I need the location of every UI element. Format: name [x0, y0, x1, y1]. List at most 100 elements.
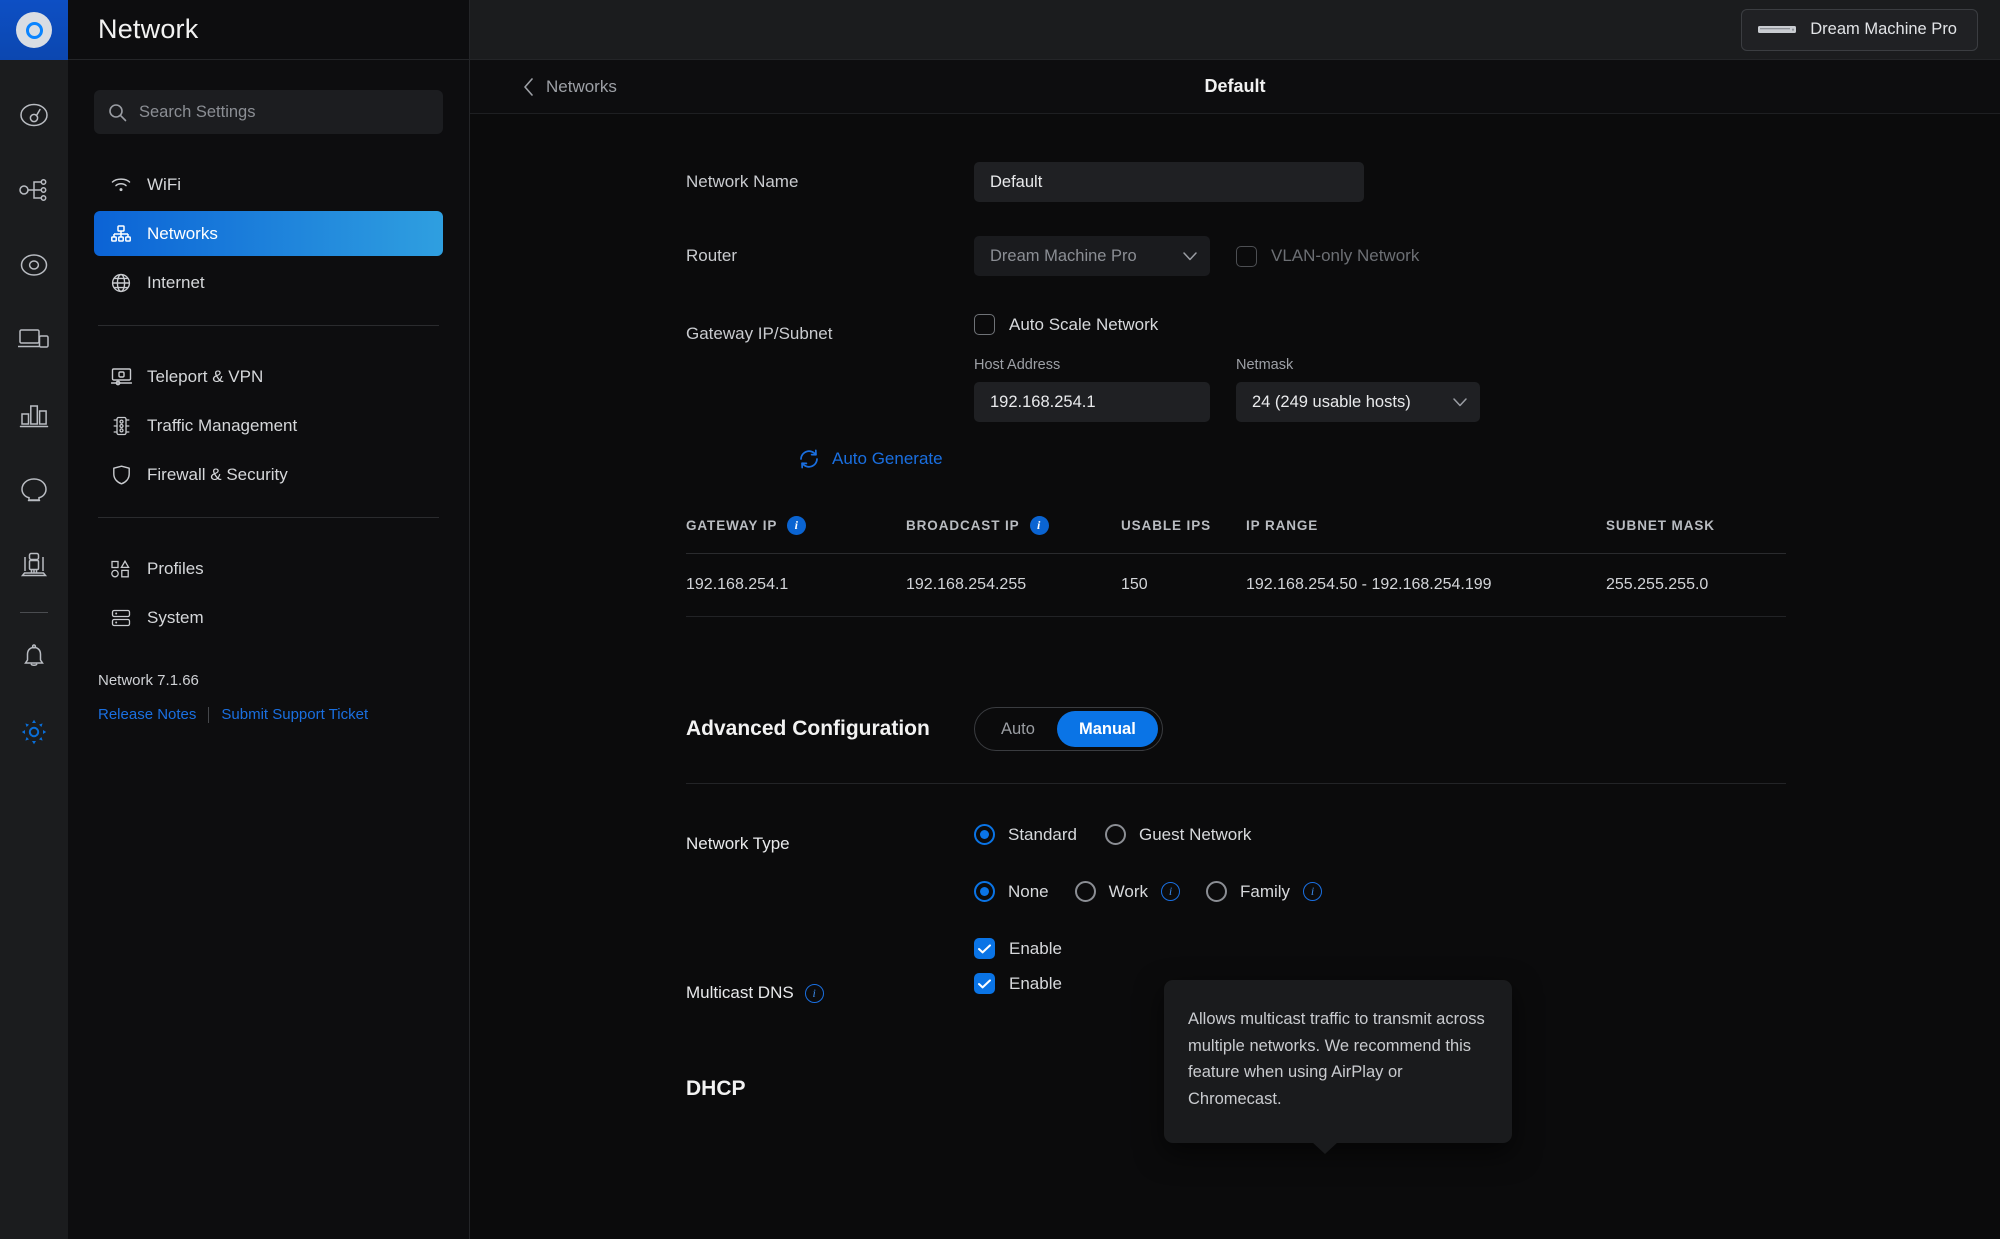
multicast-dns-info-icon[interactable]: i — [804, 983, 824, 1003]
checkbox-box — [1236, 245, 1257, 267]
advanced-configuration-title: Advanced Configuration — [686, 717, 930, 740]
sidebar-item-system[interactable]: System — [94, 595, 443, 640]
netmask-field: Netmask 24 (249 usable hosts) — [1236, 357, 1480, 422]
statistics-icon[interactable] — [0, 377, 68, 452]
profiles-icon — [110, 559, 132, 578]
network-name-label: Network Name — [686, 172, 799, 191]
client-devices-icon[interactable] — [0, 302, 68, 377]
back-to-networks-button[interactable]: Networks — [523, 77, 617, 97]
topology-icon[interactable] — [0, 152, 68, 227]
segment-manual[interactable]: Manual — [1056, 711, 1158, 747]
family-info-icon[interactable]: i — [1303, 882, 1323, 901]
chevron-left-icon — [524, 77, 533, 96]
advanced-configuration-toggle[interactable]: Auto Manual — [974, 707, 1163, 751]
sidebar-item-teleport-vpn[interactable]: Teleport & VPN — [94, 354, 443, 399]
unifi-logo-disc — [16, 12, 52, 48]
radio-none[interactable]: None — [974, 881, 1049, 902]
network-name-control: Default — [974, 162, 2000, 202]
cell-usable-ips: 150 — [1121, 553, 1246, 617]
table-body: 192.168.254.1 192.168.254.255 150 192.16… — [686, 553, 1786, 617]
devices-circle-icon[interactable] — [0, 227, 68, 302]
sidebar-item-profiles[interactable]: Profiles — [94, 546, 443, 591]
radio-label: Guest Network — [1139, 824, 1252, 844]
sidebar-nav-group-3: Profiles System — [94, 546, 443, 640]
th-usable-ips: USABLE IPS — [1121, 516, 1246, 554]
settings-gear-icon[interactable] — [0, 694, 68, 769]
network-type-radio-group: Standard Guest Network — [974, 824, 2000, 845]
sidebar-titlebar: Network — [68, 0, 469, 60]
table-header-row: GATEWAY IP i BROADCAST IP i USABLE IPS I… — [686, 516, 1786, 554]
top-bar: Dream Machine Pro — [470, 0, 2000, 60]
sidebar-nav-group-1: WiFi Networks Internet — [94, 162, 443, 305]
rail-icon-list — [0, 60, 68, 769]
sidebar-item-networks[interactable]: Networks — [94, 211, 443, 256]
notifications-bell-icon[interactable] — [0, 619, 68, 694]
cell-subnet-mask: 255.255.255.0 — [1606, 553, 1786, 617]
sidebar-item-traffic-management[interactable]: Traffic Management — [94, 403, 443, 448]
radio-guest-network[interactable]: Guest Network — [1105, 824, 1251, 845]
multicast-dns-tooltip: Allows multicast traffic to transmit acr… — [1164, 980, 1512, 1154]
network-name-input[interactable]: Default — [974, 162, 1364, 202]
device-selector-button[interactable]: Dream Machine Pro — [1741, 8, 1978, 51]
chevron-down-icon — [1453, 397, 1467, 406]
search-icon — [109, 103, 127, 121]
router-select[interactable]: Dream Machine Pro — [974, 236, 1210, 276]
dashboard-gauge-icon[interactable] — [0, 77, 68, 152]
subnet-summary-table: GATEWAY IP i BROADCAST IP i USABLE IPS I… — [686, 516, 1786, 617]
page-title: Network — [98, 14, 199, 44]
radio-dot — [974, 824, 995, 845]
system-icon — [110, 609, 132, 627]
check-icon — [978, 978, 991, 988]
router-row: Dream Machine Pro VLAN-only Network — [974, 236, 2000, 276]
content-filter-radio-group: None Work i Family i — [974, 881, 2000, 902]
sidebar-item-wifi[interactable]: WiFi — [94, 162, 443, 207]
breadcrumb: Networks — [546, 76, 617, 96]
app-root: Network Search Settings WiFi Networks In… — [0, 0, 2000, 1239]
auto-generate-button[interactable]: Auto Generate — [798, 448, 2000, 470]
netmask-select[interactable]: 24 (249 usable hosts) — [1236, 382, 1480, 422]
unifi-logo[interactable] — [0, 0, 68, 60]
gateway-subnet-control: Auto Scale Network Host Address 192.168.… — [974, 314, 2000, 422]
settings-content: Network Name Default Router Dream Machin… — [470, 114, 2000, 1239]
work-info-icon[interactable]: i — [1161, 882, 1180, 901]
radio-label: Family — [1240, 881, 1291, 901]
insights-icon[interactable] — [0, 527, 68, 602]
gateway-ip-info-icon[interactable]: i — [787, 516, 807, 535]
chat-bubble-icon[interactable] — [0, 452, 68, 527]
check-icon — [978, 943, 991, 953]
radio-dot — [1074, 881, 1096, 902]
network-form: Network Name Default Router Dream Machin… — [470, 114, 2000, 1101]
broadcast-ip-info-icon[interactable]: i — [1029, 516, 1049, 535]
checkbox-box — [974, 314, 995, 335]
sidebar-item-label: Profiles — [147, 558, 204, 578]
sidebar-item-firewall-security[interactable]: Firewall & Security — [94, 452, 443, 497]
netmask-select-value: 24 (249 usable hosts) — [1252, 392, 1411, 411]
row-router: Router Dream Machine Pro VLAN-only Netwo… — [470, 236, 2000, 276]
sidebar-item-label: Firewall & Security — [147, 464, 288, 484]
auto-scale-network-checkbox[interactable]: Auto Scale Network — [974, 314, 2000, 335]
vlan-only-network-label: VLAN-only Network — [1271, 246, 1420, 265]
sidebar-divider-2 — [98, 517, 439, 518]
network-version: Network 7.1.66 — [98, 672, 199, 689]
host-address-input[interactable]: 192.168.254.1 — [974, 382, 1210, 422]
row-gateway-subnet: Gateway IP/Subnet Auto Scale Network Hos… — [470, 314, 2000, 422]
submit-support-ticket-link[interactable]: Submit Support Ticket — [221, 706, 368, 723]
checkbox-box — [974, 938, 995, 959]
search-settings-field[interactable]: Search Settings — [94, 90, 443, 134]
sidebar-item-internet[interactable]: Internet — [94, 260, 443, 305]
router-control: Dream Machine Pro VLAN-only Network — [974, 236, 2000, 276]
th-label: BROADCAST IP — [906, 518, 1020, 533]
radio-label: None — [1008, 881, 1049, 901]
row-network-name: Network Name Default — [470, 162, 2000, 202]
segment-auto[interactable]: Auto — [979, 711, 1057, 747]
sidebar-divider-1 — [98, 325, 439, 326]
radio-family[interactable]: Family i — [1206, 881, 1323, 902]
radio-work[interactable]: Work i — [1074, 881, 1180, 902]
igmp-enable-checkbox[interactable]: Enable — [974, 938, 2000, 959]
radio-standard[interactable]: Standard — [974, 824, 1077, 845]
th-ip-range: IP RANGE — [1246, 516, 1606, 554]
main-panel: Dream Machine Pro Networks Default Netwo… — [470, 0, 2000, 1239]
vlan-only-network-checkbox[interactable]: VLAN-only Network — [1236, 245, 1420, 267]
advanced-configuration-section: Advanced Configuration Auto Manual — [470, 707, 2000, 751]
release-notes-link[interactable]: Release Notes — [98, 706, 196, 723]
